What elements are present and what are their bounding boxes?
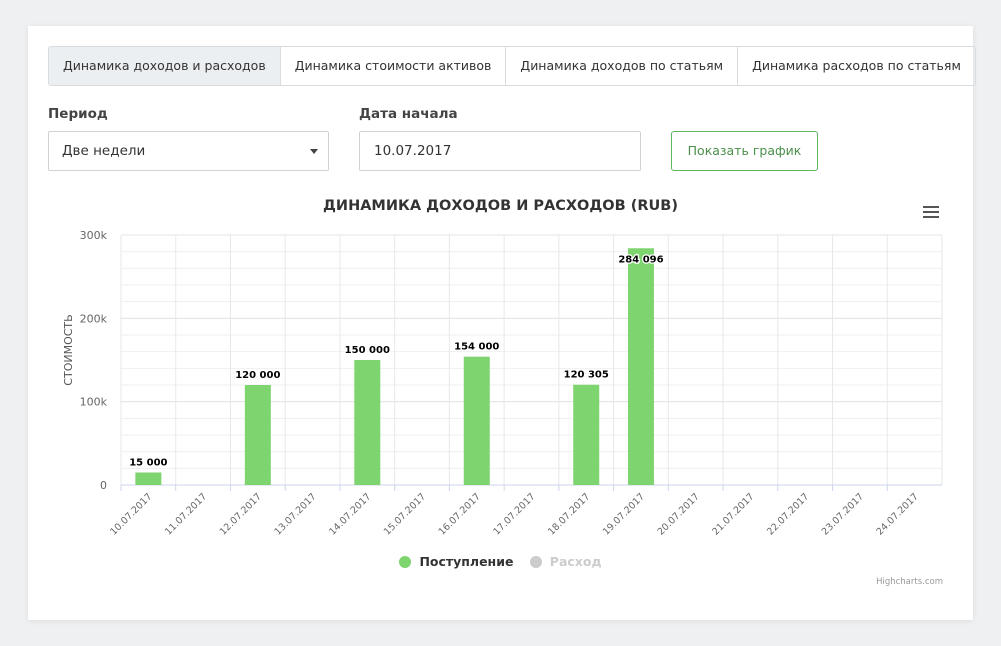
y-tick-label: 200k bbox=[80, 312, 108, 325]
x-tick-label: 11.07.2017 bbox=[163, 491, 209, 537]
bar bbox=[135, 472, 162, 485]
x-tick-label: 12.07.2017 bbox=[218, 491, 264, 537]
data-label: 120 000 bbox=[235, 370, 280, 381]
bar bbox=[463, 356, 490, 485]
x-tick-label: 23.07.2017 bbox=[820, 491, 866, 537]
legend-item-expense[interactable]: Расход bbox=[529, 554, 602, 569]
legend-label-expense: Расход bbox=[549, 554, 602, 569]
x-tick-label: 22.07.2017 bbox=[765, 491, 811, 537]
x-tick-label: 10.07.2017 bbox=[108, 491, 154, 537]
credits-link[interactable]: Highcharts.com bbox=[876, 577, 943, 587]
x-tick-label: 20.07.2017 bbox=[656, 491, 702, 537]
data-label: 284 096 bbox=[618, 254, 663, 265]
y-axis-title: СТОИМОСТЬ bbox=[62, 314, 75, 385]
x-tick-label: 18.07.2017 bbox=[546, 491, 592, 537]
x-tick-label: 16.07.2017 bbox=[437, 491, 483, 537]
chart-card: Динамика доходов и расходов Динамика сто… bbox=[28, 26, 976, 620]
legend-dot-income bbox=[399, 555, 412, 568]
chart-svg: 0 100k 200k 300k СТОИМОСТЬ 10.07.2017 11.07.20… bbox=[62, 229, 943, 538]
bar bbox=[244, 385, 271, 485]
bar bbox=[627, 248, 654, 485]
y-tick-label: 300k bbox=[80, 229, 108, 242]
x-tick-label: 13.07.2017 bbox=[272, 491, 318, 537]
data-label: 120 305 bbox=[564, 370, 609, 381]
y-tick-label: 100k bbox=[80, 396, 108, 409]
bar bbox=[354, 360, 381, 485]
y-tick-label: 0 bbox=[100, 479, 107, 492]
x-tick-label: 24.07.2017 bbox=[875, 491, 921, 537]
data-label: 154 000 bbox=[454, 342, 499, 353]
data-label: 150 000 bbox=[345, 345, 390, 356]
legend-item-income[interactable]: Поступление bbox=[399, 554, 513, 569]
x-tick-label: 19.07.2017 bbox=[601, 491, 647, 537]
legend-label-income: Поступление bbox=[419, 554, 514, 569]
x-tick-label: 17.07.2017 bbox=[491, 491, 537, 537]
legend-dot-expense bbox=[529, 555, 542, 568]
x-tick-label: 21.07.2017 bbox=[710, 491, 756, 537]
bar bbox=[573, 384, 600, 485]
legend: Поступление Расход bbox=[28, 554, 973, 571]
x-tick-label: 14.07.2017 bbox=[327, 491, 373, 537]
x-tick-label: 15.07.2017 bbox=[382, 491, 428, 537]
data-label: 15 000 bbox=[129, 458, 167, 469]
